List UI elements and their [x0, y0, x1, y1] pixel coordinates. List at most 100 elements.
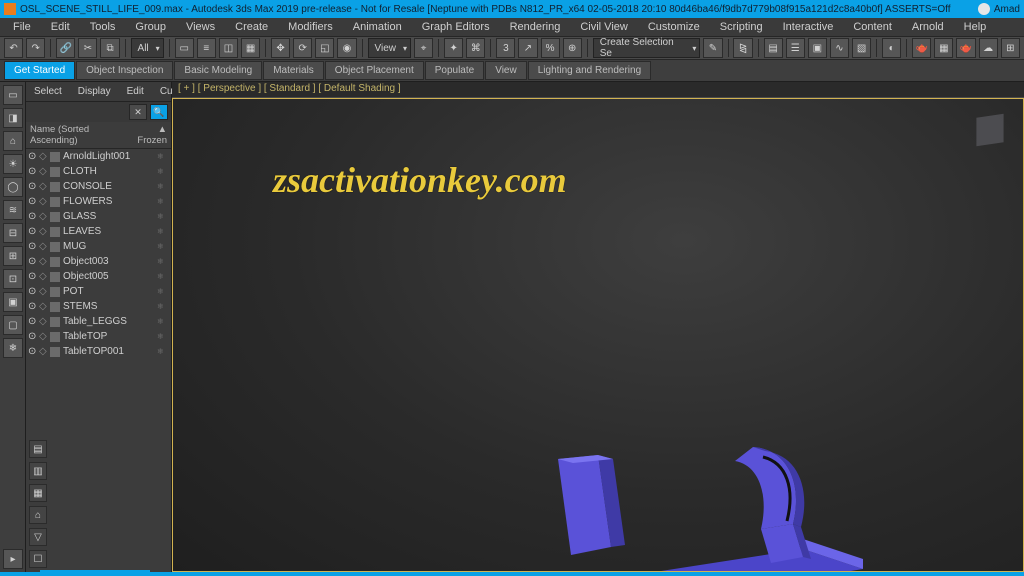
expand-icon[interactable]: ◇ — [39, 316, 47, 327]
scene-tool-f-icon[interactable]: ☐ — [29, 550, 47, 568]
percent-snap-button[interactable]: % — [541, 38, 560, 58]
menu-grapheditors[interactable]: Graph Editors — [412, 21, 500, 33]
scale-button[interactable]: ◱ — [315, 38, 334, 58]
layer-explorer-button[interactable]: ☰ — [786, 38, 805, 58]
scene-item[interactable]: ⊙◇CONSOLE❄ — [26, 179, 171, 194]
visibility-icon[interactable]: ⊙ — [28, 346, 36, 357]
render-frame-button[interactable]: ▦ — [934, 38, 953, 58]
viewcube-icon[interactable] — [967, 107, 1013, 153]
menu-arnold[interactable]: Arnold — [902, 21, 954, 33]
curve-editor-button[interactable]: ∿ — [830, 38, 849, 58]
scene-item[interactable]: ⊙◇TableTOP001❄ — [26, 344, 171, 359]
ribbon-tab-get-started[interactable]: Get Started — [4, 61, 75, 80]
scene-item[interactable]: ⊙◇LEAVES❄ — [26, 224, 171, 239]
scene-clear-icon[interactable]: ✕ — [129, 104, 147, 120]
tool-frozen-icon[interactable]: ❄ — [3, 338, 23, 358]
menu-customize[interactable]: Customize — [638, 21, 710, 33]
menu-tools[interactable]: Tools — [80, 21, 126, 33]
visibility-icon[interactable]: ⊙ — [28, 271, 36, 282]
frozen-icon[interactable]: ❄ — [157, 227, 169, 236]
visibility-icon[interactable]: ⊙ — [28, 196, 36, 207]
keyboard-shortcut-button[interactable]: ⌘ — [466, 38, 485, 58]
visibility-icon[interactable]: ⊙ — [28, 151, 36, 162]
placement-button[interactable]: ◉ — [337, 38, 356, 58]
scene-tool-d-icon[interactable]: ⌂ — [29, 506, 47, 524]
menu-civilview[interactable]: Civil View — [570, 21, 637, 33]
scene-tab-display[interactable]: Display — [70, 86, 119, 97]
menu-file[interactable]: File — [3, 21, 41, 33]
ref-coord-dropdown[interactable]: View — [368, 38, 412, 58]
menu-group[interactable]: Group — [125, 21, 176, 33]
scene-search-icon[interactable]: 🔍 — [150, 104, 168, 120]
frozen-icon[interactable]: ❄ — [157, 197, 169, 206]
scene-item[interactable]: ⊙◇GLASS❄ — [26, 209, 171, 224]
frozen-icon[interactable]: ❄ — [157, 347, 169, 356]
tool-helper-icon[interactable]: ⊞ — [3, 246, 23, 266]
tool-spacewarp-icon[interactable]: ⊡ — [3, 269, 23, 289]
ribbon-tab-object-placement[interactable]: Object Placement — [325, 61, 424, 80]
scene-column-header[interactable]: Name (Sorted Ascending) ▲ Frozen — [26, 122, 171, 149]
ribbon-tab-object-inspection[interactable]: Object Inspection — [76, 61, 173, 80]
select-object-button[interactable]: ▭ — [175, 38, 194, 58]
scene-tool-b-icon[interactable]: ▥ — [29, 462, 47, 480]
perspective-viewport[interactable]: zsactivationkey.com — [172, 98, 1024, 572]
expand-icon[interactable]: ◇ — [39, 331, 47, 342]
menu-scripting[interactable]: Scripting — [710, 21, 773, 33]
expand-icon[interactable]: ◇ — [39, 226, 47, 237]
toggle-ribbon-button[interactable]: ▣ — [808, 38, 827, 58]
scene-item[interactable]: ⊙◇Table_LEGGS❄ — [26, 314, 171, 329]
ribbon-tab-basic-modeling[interactable]: Basic Modeling — [174, 61, 262, 80]
expand-icon[interactable]: ◇ — [39, 241, 47, 252]
frozen-icon[interactable]: ❄ — [157, 212, 169, 221]
snap-toggle-button[interactable]: 3 — [496, 38, 515, 58]
expand-icon[interactable]: ◇ — [39, 196, 47, 207]
visibility-icon[interactable]: ⊙ — [28, 331, 36, 342]
undo-button[interactable]: ↶ — [4, 38, 23, 58]
frozen-icon[interactable]: ❄ — [157, 242, 169, 251]
select-region-button[interactable]: ◫ — [219, 38, 238, 58]
scene-item[interactable]: ⊙◇CLOTH❄ — [26, 164, 171, 179]
link-button[interactable]: 🔗 — [56, 38, 75, 58]
scene-item[interactable]: ⊙◇MUG❄ — [26, 239, 171, 254]
menu-views[interactable]: Views — [176, 21, 225, 33]
align-button[interactable]: ▤ — [764, 38, 783, 58]
tool-expand-icon[interactable]: ▸ — [3, 549, 23, 569]
scene-item[interactable]: ⊙◇Object005❄ — [26, 269, 171, 284]
scene-tool-e-icon[interactable]: ▽ — [29, 528, 47, 546]
tool-group-icon[interactable]: ▣ — [3, 292, 23, 312]
tool-select-icon[interactable]: ▭ — [3, 85, 23, 105]
selection-filter-dropdown[interactable]: All — [131, 38, 164, 58]
tool-light-icon[interactable]: ☀ — [3, 154, 23, 174]
ribbon-tab-materials[interactable]: Materials — [263, 61, 324, 80]
unlink-button[interactable]: ✂ — [78, 38, 97, 58]
visibility-icon[interactable]: ⊙ — [28, 256, 36, 267]
manipulate-button[interactable]: ✦ — [444, 38, 463, 58]
menu-rendering[interactable]: Rendering — [500, 21, 571, 33]
window-crossing-button[interactable]: ▦ — [241, 38, 260, 58]
expand-icon[interactable]: ◇ — [39, 301, 47, 312]
frozen-icon[interactable]: ❄ — [157, 287, 169, 296]
expand-icon[interactable]: ◇ — [39, 271, 47, 282]
material-editor-button[interactable]: ◐ — [882, 38, 901, 58]
bind-button[interactable]: ⧉ — [100, 38, 119, 58]
expand-icon[interactable]: ◇ — [39, 181, 47, 192]
redo-button[interactable]: ↷ — [26, 38, 45, 58]
menu-create[interactable]: Create — [225, 21, 278, 33]
angle-snap-button[interactable]: ↗ — [518, 38, 537, 58]
expand-icon[interactable]: ◇ — [39, 286, 47, 297]
scene-item[interactable]: ⊙◇TableTOP❄ — [26, 329, 171, 344]
frozen-icon[interactable]: ❄ — [157, 272, 169, 281]
frozen-icon[interactable]: ❄ — [157, 317, 169, 326]
schematic-view-button[interactable]: ▧ — [852, 38, 871, 58]
scene-tool-a-icon[interactable]: ▤ — [29, 440, 47, 458]
tool-bone-icon[interactable]: ⊟ — [3, 223, 23, 243]
menu-help[interactable]: Help — [954, 21, 997, 33]
tool-container-icon[interactable]: ▢ — [3, 315, 23, 335]
expand-icon[interactable]: ◇ — [39, 211, 47, 222]
scene-item[interactable]: ⊙◇FLOWERS❄ — [26, 194, 171, 209]
menu-edit[interactable]: Edit — [41, 21, 80, 33]
viewport-label[interactable]: [ + ] [ Perspective ] [ Standard ] [ Def… — [172, 82, 1024, 98]
frozen-icon[interactable]: ❄ — [157, 332, 169, 341]
frozen-icon[interactable]: ❄ — [157, 152, 169, 161]
frozen-icon[interactable]: ❄ — [157, 302, 169, 311]
